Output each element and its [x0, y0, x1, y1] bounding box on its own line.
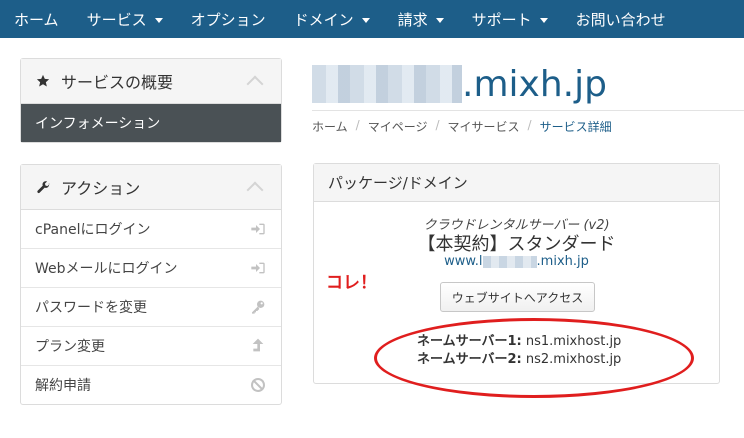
nav-item-support[interactable]: サポート [458, 0, 562, 38]
domain-suffix: .mixh.jp [462, 63, 607, 105]
sidebar-item-webmail-login[interactable]: Webメールにログイン [21, 249, 281, 288]
breadcrumb-separator: / [435, 118, 440, 132]
sign-in-icon [249, 220, 267, 238]
sidebar-item-cpanel-login[interactable]: cPanelにログイン [21, 210, 281, 249]
package-panel-header: パッケージ/ドメイン [314, 164, 719, 202]
actions-panel-header[interactable]: アクション [21, 165, 281, 210]
nav-item-options[interactable]: オプション [177, 0, 280, 38]
caret-down-icon [539, 17, 548, 23]
sidebar-item-change-plan[interactable]: プラン変更 [21, 327, 281, 366]
overview-panel-header[interactable]: サービスの概要 [21, 59, 281, 104]
breadcrumb-mypage[interactable]: マイページ [368, 118, 428, 135]
top-navigation: ホーム サービス オプション ドメイン 請求 サポート お問い合わせ [0, 0, 744, 38]
sidebar-item-change-password[interactable]: パスワードを変更 [21, 288, 281, 327]
caret-down-icon [154, 17, 163, 23]
breadcrumb-service-details: サービス詳細 [539, 120, 612, 134]
redacted-domain-name [312, 65, 462, 103]
nav-item-home[interactable]: ホーム [0, 0, 73, 38]
breadcrumb-separator: / [527, 118, 532, 132]
key-icon [249, 298, 267, 316]
breadcrumb-separator: / [355, 118, 360, 132]
site-domain-link[interactable]: www.l .mixh.jp [314, 254, 719, 269]
nav-item-billing[interactable]: 請求 [384, 0, 458, 38]
breadcrumb: ホーム / マイページ / マイサービス / サービス詳細 [312, 118, 612, 135]
plan-name: 【本契約】スタンダード [417, 234, 616, 255]
sign-in-icon [249, 259, 267, 277]
breadcrumb-home[interactable]: ホーム [312, 118, 348, 135]
redacted-domain-part [482, 255, 537, 268]
chevron-up-icon[interactable] [246, 181, 264, 199]
caret-down-icon [361, 17, 370, 23]
nav-item-services[interactable]: サービス [73, 0, 177, 38]
chevron-up-icon[interactable] [246, 75, 264, 93]
breadcrumb-myservices[interactable]: マイサービス [448, 118, 520, 135]
arrow-up-icon [249, 337, 267, 355]
title-divider [312, 110, 744, 111]
ban-icon [249, 376, 267, 394]
caret-down-icon [435, 17, 444, 23]
overview-panel-title: サービスの概要 [61, 73, 174, 92]
nav-item-contact[interactable]: お問い合わせ [562, 0, 680, 38]
star-icon [35, 73, 51, 89]
sidebar-actions-panel: アクション cPanelにログイン Webメールにログイン パスワードを変更 プ… [20, 164, 282, 405]
visit-website-button[interactable]: ウェブサイトへアクセス [440, 282, 595, 312]
sidebar-overview-panel: サービスの概要 インフォメーション [20, 58, 282, 143]
page-title: .mixh.jp [312, 62, 607, 106]
actions-panel-title: アクション [61, 179, 141, 198]
annotation-circle [374, 318, 694, 398]
sidebar-item-cancel-request[interactable]: 解約申請 [21, 366, 281, 404]
sidebar-item-information[interactable]: インフォメーション [21, 104, 281, 142]
annotation-label: コレ！ [326, 273, 377, 293]
nav-item-domains[interactable]: ドメイン [280, 0, 384, 38]
wrench-icon [35, 179, 51, 195]
